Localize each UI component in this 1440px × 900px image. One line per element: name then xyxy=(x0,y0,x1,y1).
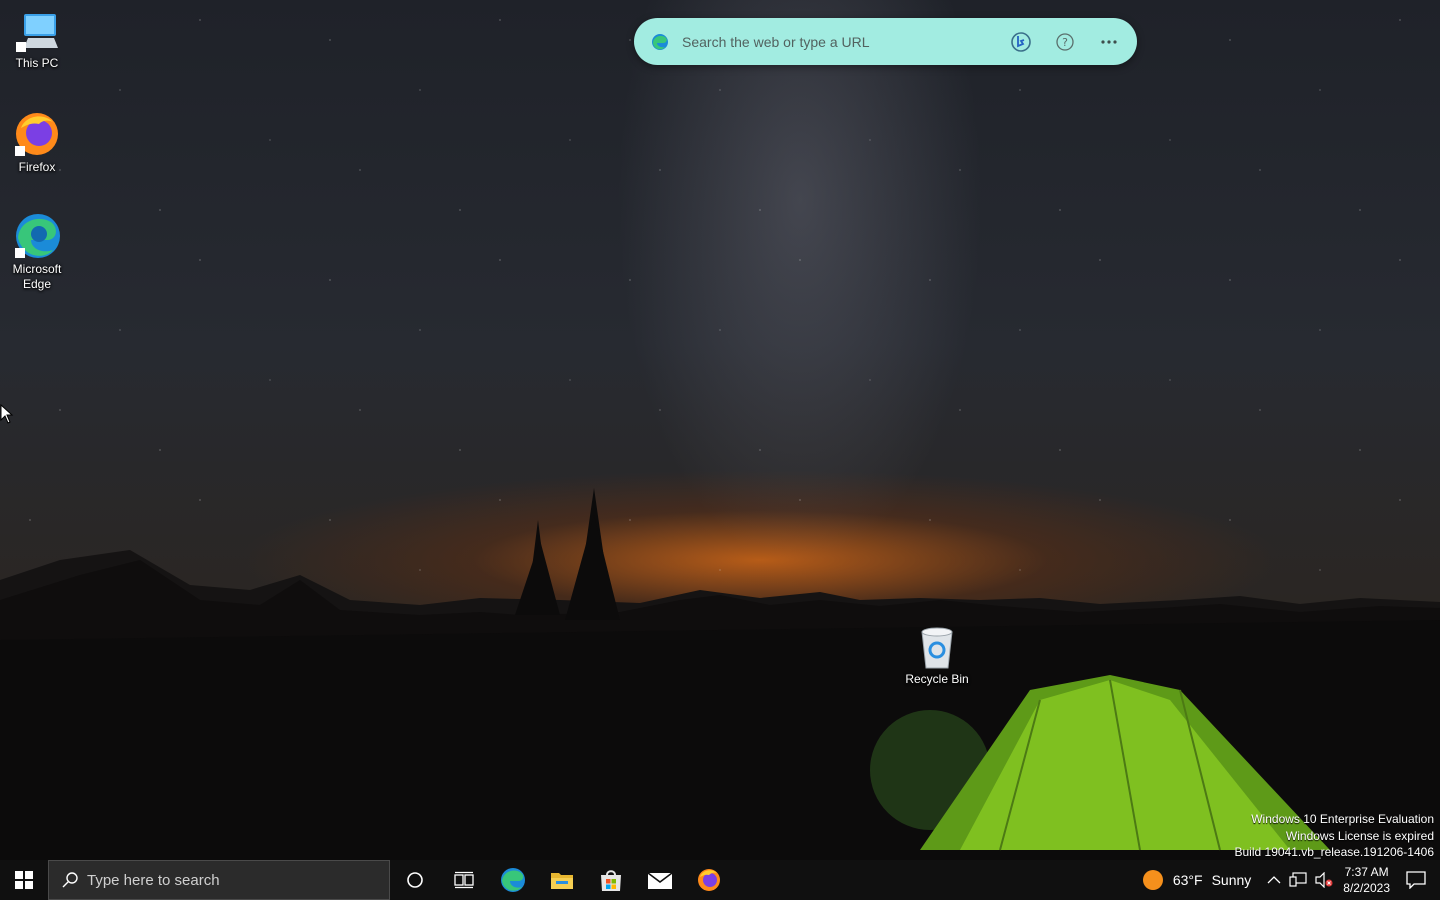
network-icon xyxy=(1289,872,1307,887)
volume-muted-icon xyxy=(1315,872,1333,888)
bing-chat-icon xyxy=(1011,31,1031,52)
watermark-build: Build 19041.vb_release.191206-1406 xyxy=(1234,845,1435,859)
firefox-icon xyxy=(15,113,58,156)
clock-date: 8/2/2023 xyxy=(1343,881,1390,895)
edge-icon xyxy=(652,33,668,50)
help-button[interactable]: ? xyxy=(1053,30,1077,54)
search-icon xyxy=(62,872,78,888)
more-options-button[interactable] xyxy=(1097,30,1121,54)
this-pc-icon xyxy=(16,14,58,52)
desktop-icon-firefox[interactable]: Firefox xyxy=(0,110,74,175)
desktop-wallpaper xyxy=(0,0,1440,860)
help-icon: ? xyxy=(1056,32,1074,51)
system-tray: 63°F Sunny 7:37 AM 8/2/2023 xyxy=(1142,860,1440,900)
wallpaper-landscape xyxy=(0,488,1440,860)
taskbar-firefox-button[interactable] xyxy=(684,860,733,900)
chevron-up-icon xyxy=(1267,876,1281,884)
notifications-button[interactable] xyxy=(1406,871,1426,889)
desktop-icon-label: Recycle Bin xyxy=(905,672,969,686)
edge-search-bar[interactable]: Search the web or type a URL ? xyxy=(634,18,1137,65)
edge-icon xyxy=(15,214,60,258)
mail-button[interactable] xyxy=(635,860,684,900)
file-explorer-icon xyxy=(550,873,573,889)
bing-chat-button[interactable] xyxy=(1009,30,1033,54)
desktop-icon-label: This PC xyxy=(15,56,59,70)
taskbar-search-box[interactable]: Type here to search xyxy=(48,860,390,900)
notifications-icon xyxy=(1406,871,1426,889)
search-input[interactable]: Search the web or type a URL xyxy=(682,34,1009,50)
mouse-cursor-icon xyxy=(0,404,14,424)
recycle-bin-icon xyxy=(921,627,953,669)
task-view-button[interactable] xyxy=(439,860,488,900)
task-view-icon xyxy=(453,871,474,889)
weather-condition: Sunny xyxy=(1211,872,1252,888)
network-button[interactable] xyxy=(1289,872,1307,888)
watermark-edition: Windows 10 Enterprise Evaluation xyxy=(1251,812,1434,826)
windows-watermark: Windows 10 Enterprise Evaluation Windows… xyxy=(1235,811,1435,861)
desktop-icon-recycle-bin[interactable]: Recycle Bin xyxy=(900,626,974,687)
weather-temp: 63°F xyxy=(1172,872,1203,888)
clock-time: 7:37 AM xyxy=(1344,865,1389,879)
firefox-icon xyxy=(697,869,720,891)
weather-widget[interactable]: 63°F Sunny xyxy=(1142,869,1251,891)
desktop-icon-this-pc[interactable]: This PC xyxy=(0,12,74,71)
desktop-icon-edge[interactable]: Microsoft Edge xyxy=(0,212,74,292)
start-button[interactable] xyxy=(0,860,48,900)
cortana-button[interactable] xyxy=(390,860,439,900)
windows-logo-icon xyxy=(15,871,33,889)
mail-icon xyxy=(647,872,672,889)
desktop-icon-label: Microsoft Edge xyxy=(12,262,62,291)
microsoft-store-button[interactable] xyxy=(586,860,635,900)
more-icon xyxy=(1101,39,1117,44)
microsoft-store-icon xyxy=(600,870,621,891)
taskbar: Type here to search 63°F Sunny 7:37 AM 8… xyxy=(0,860,1440,900)
file-explorer-button[interactable] xyxy=(537,860,586,900)
volume-button[interactable] xyxy=(1315,872,1333,888)
taskbar-search-placeholder: Type here to search xyxy=(87,871,220,889)
watermark-license: Windows License is expired xyxy=(1285,828,1434,843)
taskbar-clock[interactable]: 7:37 AM 8/2/2023 xyxy=(1343,864,1390,896)
sun-icon xyxy=(1142,870,1163,890)
desktop-icon-label: Firefox xyxy=(18,160,56,174)
edge-icon xyxy=(500,868,525,892)
svg-text:?: ? xyxy=(1062,36,1068,49)
taskbar-edge-button[interactable] xyxy=(488,860,537,900)
cortana-icon xyxy=(406,872,423,888)
show-hidden-icons-button[interactable] xyxy=(1267,875,1281,885)
